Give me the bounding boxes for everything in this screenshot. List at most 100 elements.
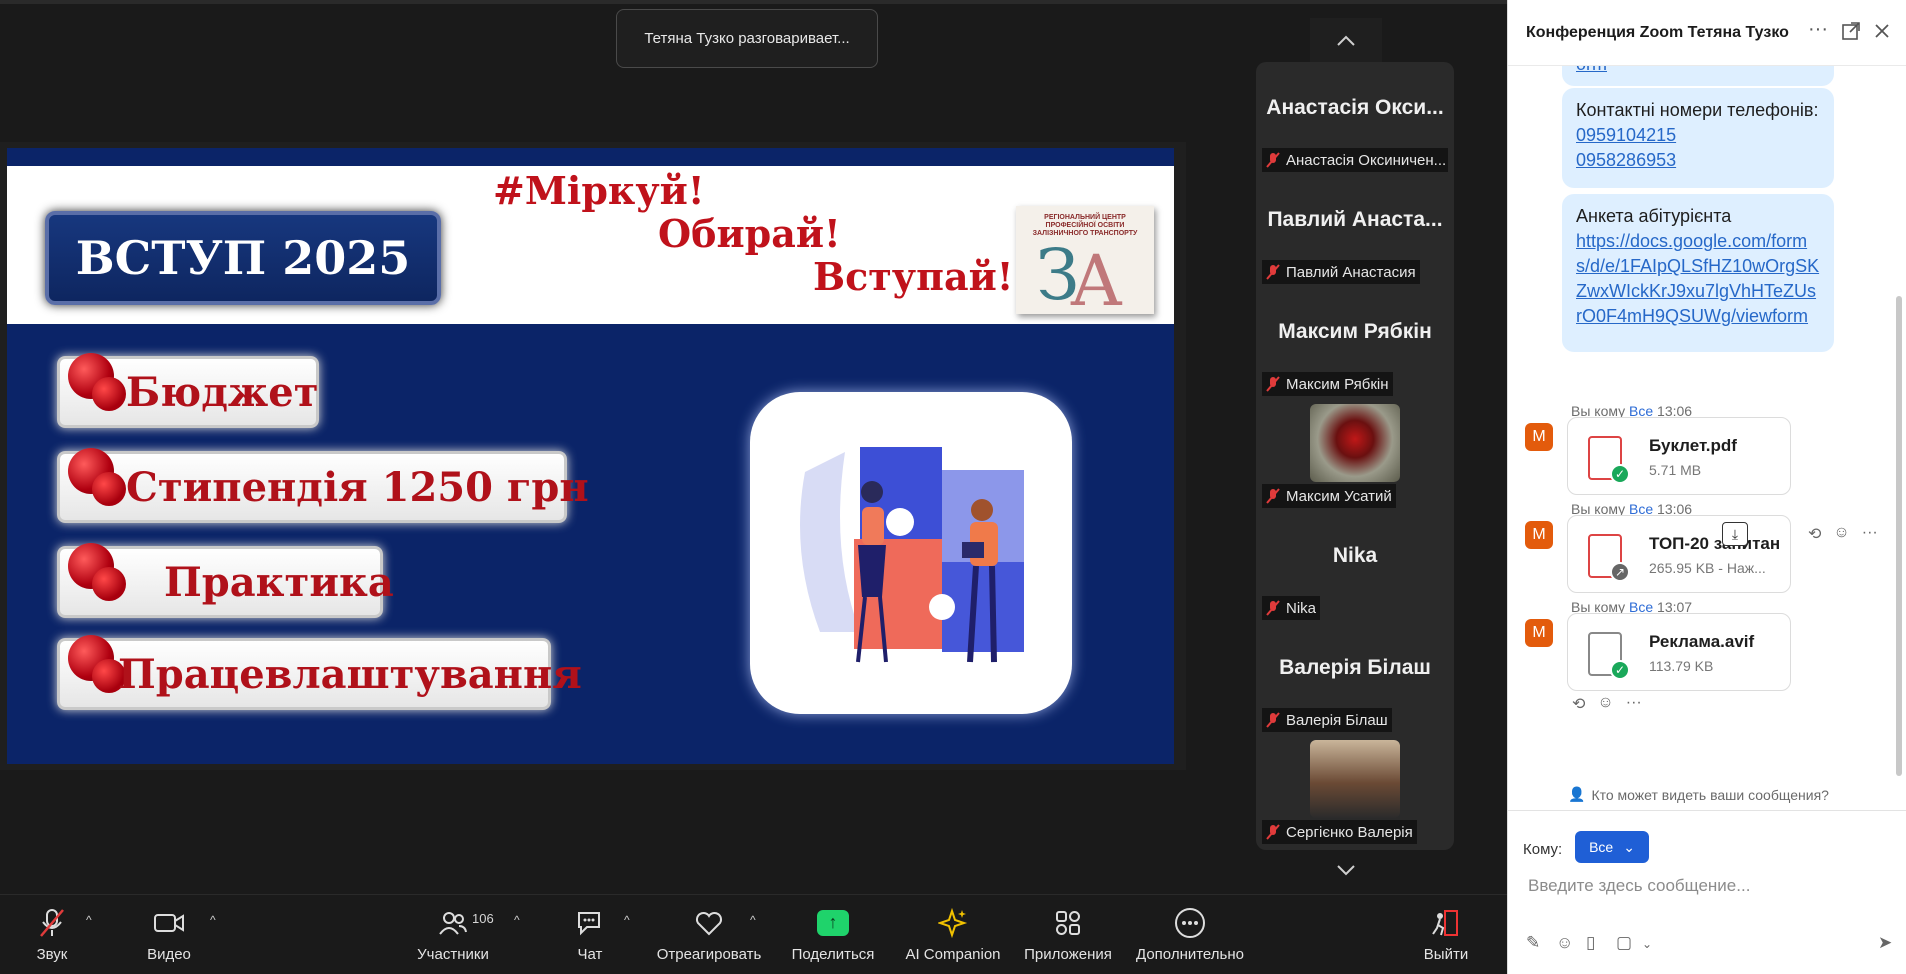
reply-icon[interactable]: ⟲ — [1572, 694, 1585, 714]
participant-tile[interactable]: Максим Усатий — [1256, 398, 1454, 510]
chat-button[interactable]: Чат — [568, 895, 612, 974]
emoji-icon[interactable]: ☺ — [1556, 933, 1573, 953]
form-link[interactable]: https://docs.google.com/forms/d/e/1FAIpQ… — [1576, 229, 1820, 329]
share-button[interactable]: ↑ Поделиться — [788, 895, 878, 974]
slide-content: ВСТУП 2025 #Міркуй! Обирай! Вступай! РЕГ… — [7, 148, 1174, 764]
external-link-icon: ↗ — [1610, 562, 1630, 582]
video-gallery: Анастасія Окси... Анастасія Оксиничен...… — [1256, 62, 1454, 850]
message-text: Анкета абітурієнта — [1576, 206, 1732, 226]
file-attachment[interactable]: ↗ ТОП-20 запитань 265.95 KB - Наж... ⤓ — [1567, 515, 1791, 593]
leave-door-icon — [1431, 908, 1461, 938]
react-label: Отреагировать — [656, 945, 762, 963]
participants-button[interactable]: Участники — [408, 895, 498, 974]
message-actions: ⟲ ☺ ··· — [1572, 694, 1642, 714]
slide-title: ВСТУП 2025 — [45, 211, 441, 305]
participants-count: 106 — [472, 911, 494, 926]
share-screen-icon: ↑ — [817, 909, 849, 936]
participant-tile[interactable]: Анастасія Окси... Анастасія Оксиничен... — [1256, 62, 1454, 174]
participant-tile-title: Nika — [1332, 544, 1378, 567]
slide-item-label: Стипендія 1250 грн — [126, 463, 589, 511]
chevron-down-icon: ⌄ — [1623, 838, 1635, 855]
message-input[interactable] — [1528, 871, 1888, 901]
leave-button[interactable]: Выйти — [1420, 895, 1472, 974]
participant-tile[interactable]: Павлий Анаста... Павлий Анастасия — [1256, 174, 1454, 286]
muted-mic-icon — [1266, 824, 1280, 840]
avatar: M — [1525, 619, 1553, 647]
file-size: 113.79 KB — [1649, 658, 1714, 674]
muted-mic-icon — [1266, 712, 1280, 728]
participant-name: Валерія Білаш — [1286, 711, 1388, 729]
slide-item-label: Бюджет — [126, 368, 319, 416]
participant-tile[interactable]: Валерія Білаш Валерія Білаш — [1256, 622, 1454, 734]
file-attachment[interactable]: ✓ Буклет.pdf 5.71 MB — [1567, 417, 1791, 495]
popout-icon[interactable] — [1842, 22, 1860, 46]
file-icon[interactable]: ▯ — [1586, 933, 1595, 953]
close-icon[interactable] — [1874, 22, 1890, 45]
apps-button[interactable]: Приложения — [1020, 895, 1116, 974]
ai-companion-button[interactable]: AI Companion — [902, 895, 1004, 974]
audio-button[interactable]: Звук — [22, 895, 82, 974]
more-icon — [1174, 907, 1206, 938]
chat-scrollbar[interactable] — [1896, 296, 1902, 776]
participant-avatar — [1310, 404, 1400, 482]
message-bubble: orm — [1562, 66, 1834, 86]
chat-options-caret[interactable]: ^ — [624, 913, 630, 927]
audio-label: Звук — [36, 945, 68, 963]
emoji-react-icon[interactable]: ☺ — [1833, 524, 1849, 544]
video-camera-icon — [153, 908, 185, 938]
recipient-select[interactable]: Все ⌄ — [1575, 831, 1649, 863]
phone-link[interactable]: 0959104215 — [1576, 123, 1820, 148]
pushpin-icon — [92, 472, 126, 506]
meeting-toolbar: Звук ^ Видео ^ Участники 106 ^ Чат ^ Отр… — [0, 894, 1507, 974]
pushpin-icon — [92, 567, 126, 601]
participant-name-label: Анастасія Оксиничен... — [1262, 148, 1448, 172]
more-options-icon[interactable]: ··· — [1808, 18, 1828, 41]
screenshot-icon[interactable]: ▢ — [1616, 933, 1632, 953]
chat-panel: Конференция Zoom Тетяна Тузко ··· orm Ко… — [1507, 0, 1906, 974]
message-actions: ⟲ ☺ ··· — [1808, 524, 1878, 544]
message-link[interactable]: orm — [1576, 66, 1820, 77]
who-can-see-label: Кто может видеть ваши сообщения? — [1591, 786, 1829, 803]
format-icon[interactable]: ✎ — [1526, 933, 1540, 953]
avatar: M — [1525, 521, 1553, 549]
react-options-caret[interactable]: ^ — [750, 913, 756, 927]
participants-label: Участники — [417, 945, 489, 963]
participant-name: Павлий Анастасия — [1286, 263, 1416, 281]
zoom-app: Тетяна Тузко разговаривает... ВСТУП 2025… — [0, 0, 1906, 974]
who-can-see-link[interactable]: 👤 Кто может видеть ваши сообщения? — [1568, 786, 1829, 803]
download-icon[interactable]: ⤓ — [1722, 522, 1748, 546]
muted-mic-icon — [1266, 264, 1280, 280]
file-attachment[interactable]: ✓ Реклама.avif 113.79 KB — [1567, 613, 1791, 691]
phone-link[interactable]: 0958286953 — [1576, 148, 1820, 173]
participant-tile[interactable]: Nika Nika — [1256, 510, 1454, 622]
file-name: Буклет.pdf — [1649, 436, 1737, 455]
chat-label: Чат — [577, 945, 603, 963]
video-options-caret[interactable]: ^ — [210, 913, 216, 927]
file-name: Реклама.avif — [1649, 632, 1755, 651]
participant-tile-title: Максим Рябкін — [1278, 320, 1432, 343]
gallery-scroll-up-button[interactable] — [1310, 18, 1382, 64]
more-icon[interactable]: ··· — [1626, 694, 1642, 714]
muted-mic-icon — [1266, 376, 1280, 392]
audio-options-caret[interactable]: ^ — [86, 913, 92, 927]
more-button[interactable]: Дополнительно — [1132, 895, 1248, 974]
slogan-enroll: Вступай! — [813, 254, 1014, 299]
slide-item-practice: Практика — [57, 543, 394, 618]
gallery-scroll-down-button[interactable] — [1310, 850, 1382, 890]
chevron-down-icon[interactable]: ⌄ — [1642, 937, 1652, 951]
reply-icon[interactable]: ⟲ — [1808, 524, 1821, 544]
participants-icon — [438, 908, 468, 938]
slide-header-band: ВСТУП 2025 #Міркуй! Обирай! Вступай! РЕГ… — [7, 166, 1174, 324]
participant-tile[interactable]: Сергієнко Валерія — [1256, 734, 1454, 846]
emoji-react-icon[interactable]: ☺ — [1597, 694, 1613, 714]
video-button[interactable]: Видео — [138, 895, 200, 974]
file-size: 5.71 MB — [1649, 462, 1702, 478]
send-icon[interactable]: ➤ — [1878, 933, 1892, 953]
react-button[interactable]: Отреагировать — [654, 895, 764, 974]
more-icon[interactable]: ··· — [1862, 524, 1878, 544]
shared-screen[interactable]: ВСТУП 2025 #Міркуй! Обирай! Вступай! РЕГ… — [0, 142, 1186, 770]
participant-tile-title: Павлий Анаста... — [1267, 208, 1443, 231]
participant-tile[interactable]: Максим Рябкін Максим Рябкін — [1256, 286, 1454, 398]
chevron-down-icon — [1337, 865, 1355, 876]
participants-options-caret[interactable]: ^ — [514, 913, 520, 927]
